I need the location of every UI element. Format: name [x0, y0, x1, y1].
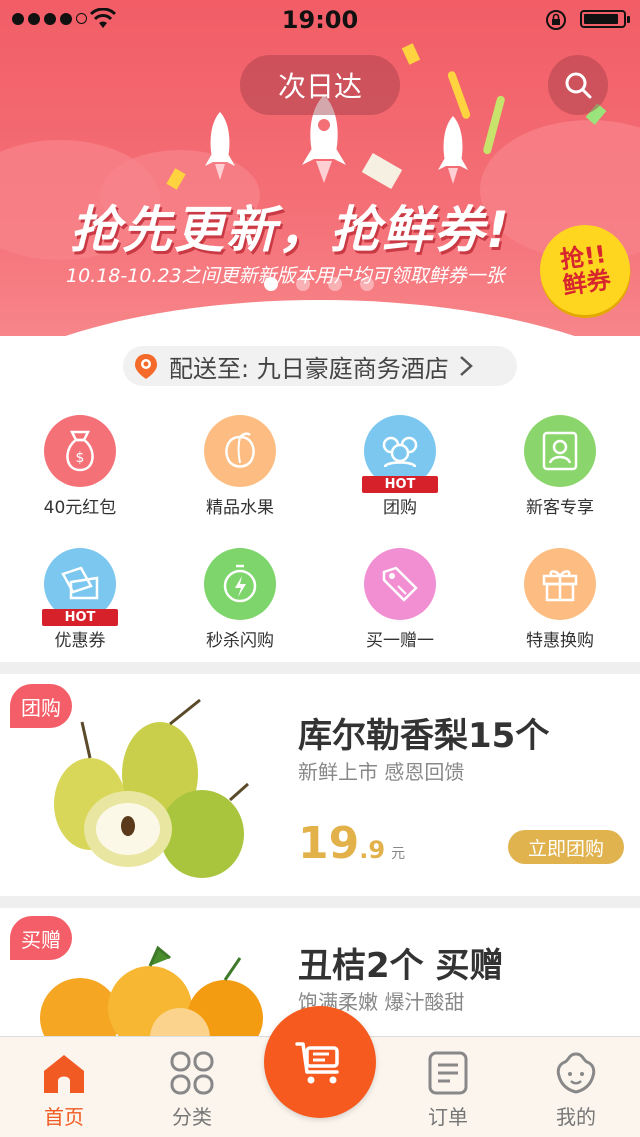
category-grid: $ 40元红包 精品水果 HOT 团购 新客专享 HOT 优惠券 秒杀闪购 买一…	[0, 400, 640, 662]
delivery-mode-button[interactable]: 次日达	[240, 55, 400, 115]
price-decimal: .9	[359, 836, 386, 864]
battery-level	[584, 14, 618, 24]
gift-icon	[524, 548, 596, 620]
svg-text:$: $	[76, 450, 85, 466]
search-icon	[565, 72, 592, 99]
status-time: 19:00	[281, 6, 359, 34]
carousel-dot[interactable]	[296, 277, 310, 291]
product-card[interactable]: 团购 库尔勒香梨15个 新鲜上市 感恩回馈 19.9 元 立即团购	[0, 674, 640, 896]
product-title: 库尔勒香梨15个	[298, 716, 550, 756]
group-buy-button[interactable]: 立即团购	[508, 830, 624, 864]
order-icon	[423, 1049, 473, 1097]
rocket-icon	[205, 112, 235, 180]
delivery-address-text: 配送至: 九日豪庭商务酒店	[169, 354, 449, 383]
peach-icon	[204, 415, 276, 487]
product-price: 19.9 元	[298, 818, 405, 869]
price-tag-icon	[364, 548, 436, 620]
tab-profile[interactable]: 我的	[512, 1037, 640, 1137]
grid-item-new-user[interactable]: 新客专享	[480, 400, 640, 520]
carousel-dots[interactable]	[264, 277, 374, 291]
status-bar: 19:00	[0, 0, 640, 40]
money-bag-icon: $	[44, 415, 116, 487]
product-title: 丑桔2个 买赠	[298, 946, 504, 986]
orientation-lock-icon	[546, 10, 566, 30]
grid-item-label: 团购	[383, 498, 417, 518]
grid-item-flash-sale[interactable]: 秒杀闪购	[160, 533, 320, 653]
price-integer: 19	[298, 818, 360, 869]
new-user-icon	[524, 415, 596, 487]
grid-item-label: 精品水果	[206, 498, 274, 518]
promo-banner[interactable]: 抢先更新，抢鲜券! 10.18-10.23之间更新新版本用户均可领取鲜券一张 抢…	[0, 0, 640, 340]
tab-label: 分类	[172, 1105, 212, 1129]
carousel-dot[interactable]	[360, 277, 374, 291]
grid-item-fruit[interactable]: 精品水果	[160, 400, 320, 520]
grid-item-label: 特惠换购	[526, 631, 594, 651]
profile-icon	[551, 1049, 601, 1097]
gift-tag: 买赠	[10, 916, 72, 960]
product-subtitle: 新鲜上市 感恩回馈	[298, 760, 465, 784]
rocket-icon	[438, 116, 468, 184]
search-button[interactable]	[548, 55, 608, 115]
tab-orders[interactable]: 订单	[384, 1037, 512, 1137]
grid-item-label: 40元红包	[43, 498, 117, 518]
grid-item-trade-in[interactable]: 特惠换购	[480, 533, 640, 653]
price-unit: 元	[391, 846, 406, 862]
group-icon: HOT	[362, 415, 438, 493]
grid-item-label: 秒杀闪购	[206, 631, 274, 651]
tangerine-image	[40, 945, 263, 1048]
chevron-right-icon	[459, 356, 473, 376]
tab-category[interactable]: 分类	[128, 1037, 256, 1137]
tab-label: 首页	[44, 1105, 84, 1129]
tab-label: 订单	[428, 1105, 468, 1129]
battery-icon	[580, 10, 630, 28]
flash-icon	[204, 548, 276, 620]
carousel-dot[interactable]	[328, 277, 342, 291]
delivery-address-selector[interactable]: 配送至: 九日豪庭商务酒店	[123, 346, 517, 386]
category-icon	[167, 1049, 217, 1097]
cart-button[interactable]	[264, 1006, 376, 1118]
carousel-dot[interactable]	[264, 277, 278, 291]
group-buy-tag: 团购	[10, 684, 72, 728]
grid-item-coupon[interactable]: HOT 优惠券	[0, 533, 160, 653]
hot-badge: HOT	[362, 476, 438, 493]
hot-badge: HOT	[42, 609, 118, 626]
grid-item-label: 买一赠一	[366, 631, 434, 651]
banner-headline: 抢先更新，抢鲜券!	[70, 201, 511, 259]
grid-item-label: 优惠券	[54, 631, 106, 651]
home-icon	[39, 1049, 89, 1097]
banner-badge-text: 抢!! 鲜券	[558, 240, 613, 301]
grid-item-label: 新客专享	[526, 498, 594, 518]
tab-label: 我的	[556, 1105, 596, 1129]
cart-icon	[295, 1042, 339, 1084]
tab-home[interactable]: 首页	[0, 1037, 128, 1137]
grid-item-red-packet[interactable]: $ 40元红包	[0, 400, 160, 520]
coupon-icon: HOT	[42, 548, 118, 626]
grid-item-buy-one-get-one[interactable]: 买一赠一	[320, 533, 480, 653]
grid-item-group-buy[interactable]: HOT 团购	[320, 400, 480, 520]
location-pin-icon	[135, 354, 157, 379]
